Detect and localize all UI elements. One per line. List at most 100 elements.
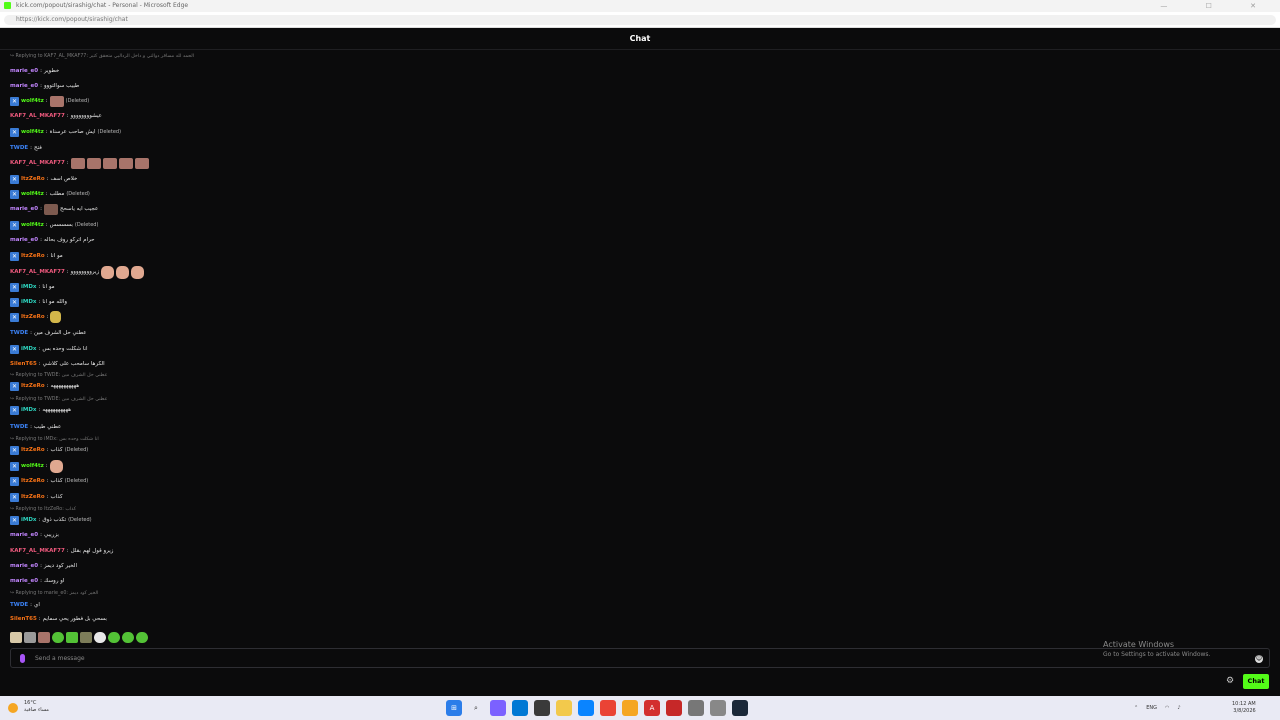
chat-message[interactable]: TWDE: عطني طيب (10, 421, 61, 433)
chat-message[interactable]: KAF7_AL_MKAF77: عيشوووووووو (10, 110, 102, 122)
url-field[interactable]: https://kick.com/popout/sirashig/chat (4, 15, 1276, 25)
file-explorer-icon[interactable] (556, 700, 572, 716)
weather-widget[interactable]: 16°C مساء صافية (8, 700, 49, 714)
chat-message[interactable]: ✕ iMDx: تكذب ذوق (Deleted) (10, 514, 92, 526)
chat-username[interactable]: marie_e0 (10, 65, 38, 77)
tool-icon[interactable] (688, 700, 704, 716)
tray-language[interactable]: ENG (1146, 705, 1157, 711)
chat-message[interactable]: ✕ wolf4tz: بسسسس (Deleted) (10, 219, 98, 231)
edge-icon[interactable] (512, 700, 528, 716)
chat-username[interactable]: ItzZeRo (21, 311, 45, 323)
emote-icon[interactable] (136, 632, 148, 643)
send-chat-button[interactable]: Chat (1243, 674, 1269, 689)
chat-message[interactable]: ✕ wolf4tz: ايش صاحب عرسناة (Deleted) (10, 126, 121, 138)
terminal-icon[interactable] (534, 700, 550, 716)
emote-icon[interactable] (24, 632, 36, 643)
chat-username[interactable]: ItzZeRo (21, 380, 45, 392)
chat-message[interactable]: marie_e0: خطوير (10, 65, 59, 77)
emote-icon[interactable] (52, 632, 64, 643)
chat-username[interactable]: ItzZeRo (21, 173, 45, 185)
chat-username[interactable]: TWDE (10, 421, 28, 433)
chevron-up-icon[interactable]: ⌃ (1134, 705, 1138, 711)
chat-message[interactable]: KAF7_AL_MKAF77: زيروووووووو (10, 265, 145, 279)
chat-message[interactable]: ✕ wolf4tz: (Deleted) (10, 95, 89, 107)
chat-username[interactable]: marie_e0 (10, 234, 38, 246)
chat-username[interactable]: marie_e0 (10, 80, 38, 92)
mic-icon[interactable] (20, 654, 25, 663)
chat-username[interactable]: KAF7_AL_MKAF77 (10, 266, 65, 278)
chat-username[interactable]: iMDx (21, 404, 36, 416)
chat-message[interactable]: KAF7_AL_MKAF77: (10, 157, 149, 169)
chat-message[interactable]: marie_e0: الخير كود ديمز (10, 560, 77, 572)
chat-message[interactable]: TWDE: عطني حل الشرف مين (10, 327, 87, 339)
chat-username[interactable]: iMDx (21, 296, 36, 308)
chat-username[interactable]: KAF7_AL_MKAF77 (10, 545, 65, 557)
chat-settings-gear-icon[interactable]: ⚙ (1225, 676, 1235, 686)
chat-message[interactable]: marie_e0: بزريبي (10, 529, 59, 541)
vscode-icon[interactable] (578, 700, 594, 716)
chat-username[interactable]: SilenT65 (10, 613, 37, 625)
settings-icon[interactable] (710, 700, 726, 716)
chat-username[interactable]: TWDE (10, 142, 28, 154)
chat-message[interactable]: ✕ ItzZeRo: ههههههههههه (10, 380, 79, 392)
emote-icon[interactable] (122, 632, 134, 643)
copilot-icon[interactable] (490, 700, 506, 716)
emote-icon[interactable] (94, 632, 106, 643)
reply-reference[interactable]: ↪ Replying to TWDE: عطني حل الشرف مين (10, 396, 107, 404)
chat-message[interactable]: ✕ wolf4tz: مطلب (Deleted) (10, 188, 90, 200)
chat-message[interactable]: TWDE: فتح (10, 142, 42, 154)
chat-username[interactable]: wolf4tz (21, 95, 44, 107)
chat-message[interactable]: ✕ wolf4tz: (10, 459, 63, 473)
emote-icon[interactable] (66, 632, 78, 643)
adobe-icon[interactable]: A (644, 700, 660, 716)
chat-username[interactable]: ItzZeRo (21, 475, 45, 487)
chrome-icon[interactable] (600, 700, 616, 716)
wifi-icon[interactable]: ◠ (1165, 705, 1169, 711)
emote-icon[interactable] (108, 632, 120, 643)
chat-username[interactable]: KAF7_AL_MKAF77 (10, 110, 65, 122)
taskbar-clock[interactable]: 10:12 AM 3/8/2026 (1232, 701, 1256, 715)
start-icon[interactable]: ⊞ (446, 700, 462, 716)
chat-message[interactable]: ✕ iMDx: مو انا (10, 281, 55, 293)
chat-username[interactable]: marie_e0 (10, 529, 38, 541)
chat-message[interactable]: ✕ ItzZeRo: كذاب (Deleted) (10, 475, 88, 487)
chat-username[interactable]: marie_e0 (10, 575, 38, 587)
emoji-picker-icon[interactable]: ☺ (1255, 655, 1263, 663)
chat-username[interactable]: wolf4tz (21, 126, 44, 138)
chat-username[interactable]: iMDx (21, 343, 36, 355)
chat-message[interactable]: marie_e0: حرام اتركو روف بحاله (10, 234, 95, 246)
chat-username[interactable]: iMDx (21, 514, 36, 526)
chat-username[interactable]: marie_e0 (10, 203, 38, 215)
chat-message[interactable]: ✕ ItzZeRo: كذاب (10, 491, 63, 503)
chat-message[interactable]: ✕ iMDx: ههههههههههه (10, 404, 71, 416)
chat-message[interactable]: SilenT65: الكرها سامحب على كلاشي (10, 358, 105, 370)
chat-username[interactable]: ItzZeRo (21, 250, 45, 262)
chat-message[interactable]: marie_e0: عجيب ايه ياسحح (10, 203, 98, 215)
reply-reference[interactable]: ↪ Replying to ItzZeRo: كذاب (10, 506, 76, 514)
chat-message[interactable]: TWDE: اي (10, 599, 40, 611)
steam-icon[interactable] (732, 700, 748, 716)
search-icon[interactable]: ⌕ (468, 700, 484, 716)
chat-username[interactable]: SilenT65 (10, 358, 37, 370)
message-input[interactable]: Send a message ☺ (10, 648, 1270, 668)
chat-message[interactable]: ✕ ItzZeRo: كذاب (Deleted) (10, 444, 88, 456)
chat-message[interactable]: SilenT65: بسحي بل فطور يحي سمايم (10, 613, 107, 625)
reply-reference[interactable]: ↪ Replying to TWDE: عطني حل الشرف مين (10, 372, 107, 380)
chat-username[interactable]: iMDx (21, 281, 36, 293)
chat-username[interactable]: marie_e0 (10, 560, 38, 572)
chat-username[interactable]: wolf4tz (21, 460, 44, 472)
chat-username[interactable]: ItzZeRo (21, 491, 45, 503)
chat-message[interactable]: KAF7_AL_MKAF77: زيرو قول لهم بقلل (10, 545, 113, 557)
chat-message[interactable]: marie_e0: او روسك (10, 575, 64, 587)
chat-username[interactable]: KAF7_AL_MKAF77 (10, 157, 65, 169)
reply-reference[interactable]: ↪ Replying to marie_e0: الخير كود ديمز (10, 590, 98, 598)
chat-messages-list[interactable]: ↪ Replying to KAF7_AL_MKAF77: الحمد لله … (0, 51, 1280, 628)
chat-username[interactable]: TWDE (10, 599, 28, 611)
app-icon[interactable] (622, 700, 638, 716)
reply-reference[interactable]: ↪ Replying to KAF7_AL_MKAF77: الحمد لله … (10, 53, 194, 61)
emote-icon[interactable] (38, 632, 50, 643)
chat-message[interactable]: ✕ iMDx: انا شكلت وحده بس (10, 343, 88, 355)
chat-username[interactable]: wolf4tz (21, 219, 44, 231)
chat-message[interactable]: ✕ ItzZeRo: خلاص اسف (10, 173, 77, 185)
window-controls[interactable]: — ☐ ✕ (1160, 0, 1274, 12)
